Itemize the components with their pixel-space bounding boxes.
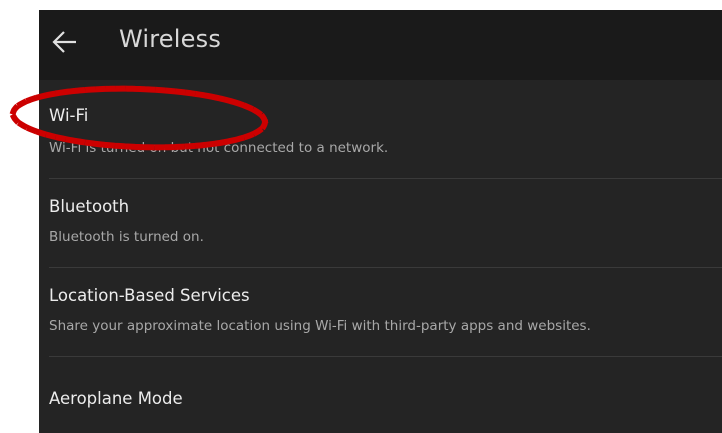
settings-screen: Wireless Wi-Fi Wi-Fi is turned on but no…: [39, 10, 722, 433]
settings-list: Wi-Fi Wi-Fi is turned on but not connect…: [39, 90, 722, 433]
app-bar: Wireless: [39, 10, 722, 80]
setting-label: Aeroplane Mode: [49, 389, 183, 408]
setting-description: Wi-Fi is turned on but not connected to …: [49, 140, 389, 156]
page-title: Wireless: [119, 25, 222, 53]
setting-description: Share your approximate location using Wi…: [49, 318, 591, 334]
setting-label: Bluetooth: [49, 197, 130, 216]
back-button[interactable]: [51, 28, 79, 56]
setting-label: Location-Based Services: [49, 286, 250, 305]
setting-item-aeroplane-mode[interactable]: Aeroplane Mode: [39, 357, 722, 433]
setting-item-location-services[interactable]: Location-Based Services Share your appro…: [39, 268, 722, 357]
setting-item-bluetooth[interactable]: Bluetooth Bluetooth is turned on.: [39, 179, 722, 268]
setting-label: Wi-Fi: [49, 106, 89, 125]
setting-item-wifi[interactable]: Wi-Fi Wi-Fi is turned on but not connect…: [39, 90, 722, 179]
arrow-left-icon: [52, 31, 76, 53]
setting-description: Bluetooth is turned on.: [49, 229, 204, 245]
